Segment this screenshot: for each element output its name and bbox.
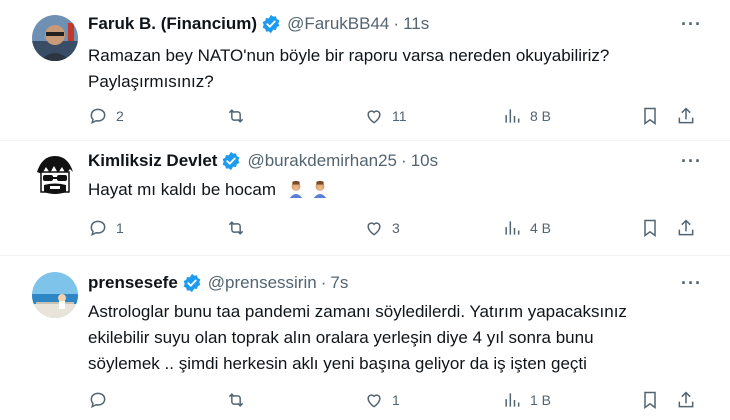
reply-count: 2 [116, 108, 124, 124]
like-button[interactable]: 11 [364, 106, 407, 126]
tweet-header: Faruk B. (Financium) @FarukBB44 · 11s [88, 14, 429, 34]
views-icon [505, 109, 520, 123]
retweet-button[interactable] [226, 390, 254, 410]
share-button[interactable] [676, 218, 696, 238]
bookmark-button[interactable] [640, 218, 660, 238]
view-count: 4 B [530, 220, 552, 236]
display-name[interactable]: Kimliksiz Devlet [88, 151, 217, 171]
reply-button[interactable]: 2 [88, 106, 124, 126]
retweet-icon [228, 109, 244, 123]
tweet-feed: Faruk B. (Financium) @FarukBB44 · 11s ··… [0, 0, 730, 420]
heart-icon [367, 222, 381, 236]
tweet-text: Ramazan bey NATO'nun böyle bir raporu va… [88, 46, 610, 91]
action-bar: 2 11 8 B [88, 106, 708, 130]
reply-count: 1 [116, 220, 124, 236]
like-button[interactable]: 3 [364, 218, 400, 238]
handle[interactable]: @prensessirin [208, 273, 317, 293]
like-count: 1 [392, 392, 400, 408]
action-bar: 1 3 4 B [88, 218, 708, 242]
verified-badge-icon [262, 14, 280, 34]
retweet-icon [228, 393, 244, 407]
handle[interactable]: @burakdemirhan25 [247, 151, 397, 171]
view-count: 8 B [530, 108, 552, 124]
bookmark-button[interactable] [640, 390, 660, 410]
retweet-button[interactable] [226, 106, 254, 126]
view-count: 1 B [530, 392, 552, 408]
avatar[interactable] [32, 272, 78, 318]
avatar[interactable] [32, 152, 78, 198]
facepalm-emoji [313, 180, 327, 198]
display-name[interactable]: Faruk B. (Financium) [88, 14, 257, 34]
separator: · [401, 151, 407, 170]
reply-icon [90, 108, 106, 125]
display-name[interactable]: prensesefe [88, 273, 178, 293]
more-options-icon[interactable]: ··· [681, 151, 702, 172]
timestamp[interactable]: 7s [330, 273, 348, 293]
views-button[interactable]: 1 B [502, 390, 551, 410]
tweet-header: prensesefe @prensessirin · 7s [88, 273, 348, 293]
reply-icon [90, 220, 106, 237]
bookmark-icon [644, 219, 656, 237]
views-button[interactable]: 8 B [502, 106, 551, 126]
tweet-1[interactable]: Faruk B. (Financium) @FarukBB44 · 11s ··… [0, 0, 730, 140]
views-button[interactable]: 4 B [502, 218, 551, 238]
tweet-header: Kimliksiz Devlet @burakdemirhan25 · 10s [88, 151, 438, 171]
tweet-text: Hayat mı kaldı be hocam [88, 177, 708, 203]
like-count: 11 [392, 108, 407, 124]
retweet-icon [228, 221, 244, 235]
verified-badge-icon [223, 151, 240, 171]
separator: · [393, 14, 400, 33]
reply-button[interactable] [88, 390, 116, 410]
share-icon [678, 219, 694, 236]
tweet-3[interactable]: prensesefe @prensessirin · 7s ··· Astrol… [0, 255, 730, 420]
bookmark-button[interactable] [640, 106, 660, 126]
tweet-text: Astrologlar bunu taa pandemi zamanı söyl… [88, 302, 627, 373]
bookmark-icon [644, 107, 656, 125]
share-icon [678, 391, 694, 408]
reply-icon [90, 392, 106, 409]
tweet-2[interactable]: Kimliksiz Devlet @burakdemirhan25 · 10s … [0, 140, 730, 255]
more-options-icon[interactable]: ··· [681, 273, 702, 294]
views-icon [505, 221, 520, 235]
separator: · [320, 273, 327, 292]
like-button[interactable]: 1 [364, 390, 400, 410]
handle[interactable]: @FarukBB44 [287, 14, 389, 34]
timestamp[interactable]: 10s [411, 151, 438, 171]
facepalm-emoji [289, 180, 303, 198]
reply-button[interactable]: 1 [88, 218, 124, 238]
more-options-icon[interactable]: ··· [681, 14, 702, 35]
heart-icon [367, 110, 381, 124]
retweet-button[interactable] [226, 218, 254, 238]
avatar[interactable] [32, 15, 78, 61]
heart-icon [367, 394, 381, 408]
share-icon [678, 107, 694, 124]
action-bar: 1 1 B [88, 390, 708, 414]
share-button[interactable] [676, 390, 696, 410]
like-count: 3 [392, 220, 400, 236]
bookmark-icon [644, 391, 656, 409]
verified-badge-icon [183, 273, 201, 293]
timestamp[interactable]: 11s [403, 14, 429, 34]
share-button[interactable] [676, 106, 696, 126]
views-icon [505, 393, 520, 407]
